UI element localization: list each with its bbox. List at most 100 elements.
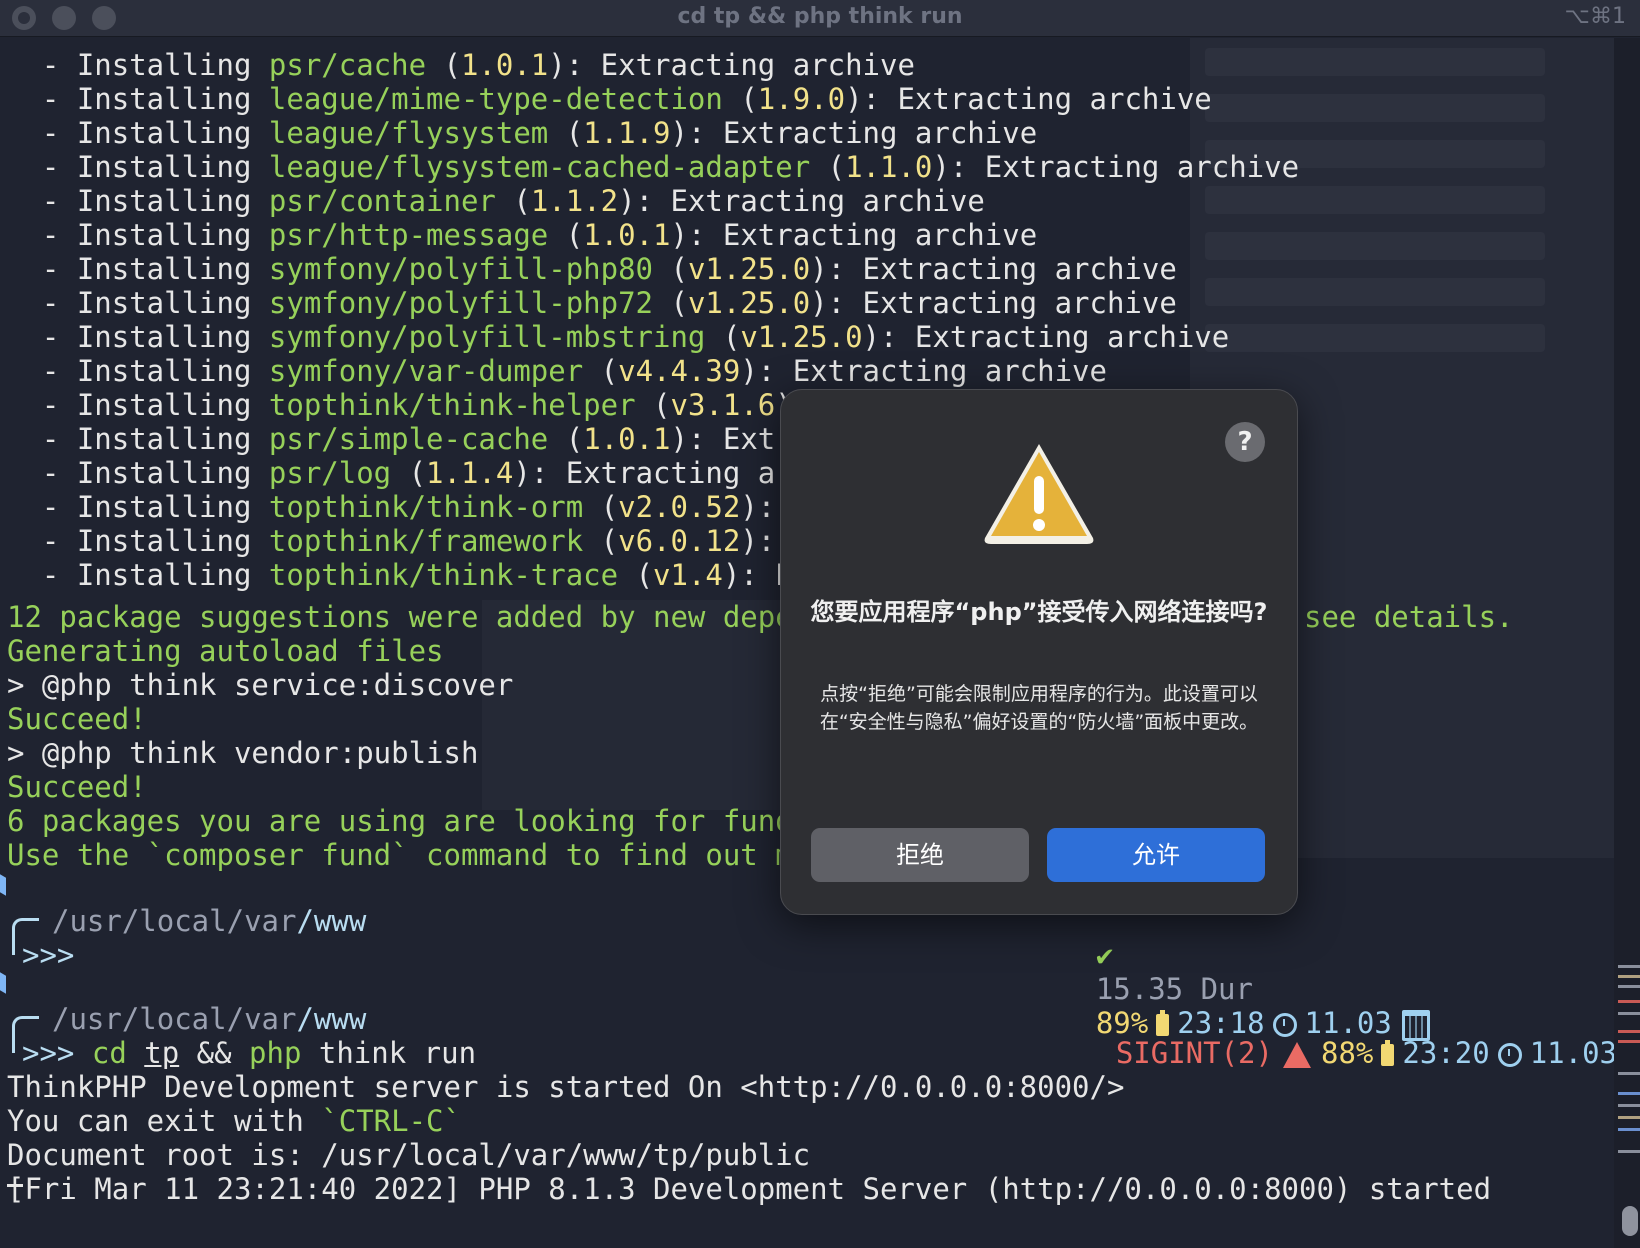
- install-prefix: - Installing: [7, 286, 269, 320]
- output-funding: 6 packages you are using are looking for…: [7, 804, 846, 838]
- prompt-mark-icon: [0, 874, 6, 896]
- server-exit-line: You can exit with `CTRL-C`: [7, 1104, 461, 1138]
- package-name: symfony/polyfill-php80: [268, 252, 654, 286]
- package-name: psr/log: [268, 456, 392, 490]
- package-version: 1.0.1: [460, 48, 549, 82]
- install-line: - Installing topthink/think-orm (v2.0.52…: [7, 490, 845, 524]
- battery-icon: [1381, 1040, 1395, 1066]
- install-line: - Installing topthink/think-trace (v1.4)…: [7, 558, 863, 592]
- prompt-1-path: /usr/local/var/www: [52, 904, 367, 938]
- package-name: symfony/polyfill-php72: [268, 286, 654, 320]
- allow-button[interactable]: 允许: [1047, 828, 1265, 882]
- install-status: ): Extracting archive: [932, 150, 1300, 184]
- install-status: ): Extracting archive: [810, 286, 1177, 320]
- install-status: ): Extracting archive: [618, 184, 985, 218]
- install-status: ): Extracting archive: [810, 252, 1177, 286]
- package-name: psr/cache: [268, 48, 427, 82]
- install-prefix: - Installing: [7, 184, 269, 218]
- output-succeed-2: Succeed!: [7, 770, 147, 804]
- install-prefix: - Installing: [7, 82, 269, 116]
- prompt-2-signal: SIGINT(2): [1115, 1036, 1273, 1070]
- scroll-marker: [1618, 1116, 1640, 1119]
- install-status: ): Extracting archive: [548, 48, 915, 82]
- package-version: v2.0.52: [618, 490, 741, 524]
- firewall-alert-dialog: ? 您要应用程序“php”接受传入网络连接吗? 点按“拒绝”可能会限制应用程序的…: [780, 389, 1298, 915]
- install-prefix: - Installing: [7, 150, 269, 184]
- paren-open: (: [426, 48, 461, 82]
- scroll-marker: [1618, 1000, 1640, 1003]
- install-line: - Installing psr/container (1.1.2): Extr…: [7, 184, 985, 218]
- install-prefix: - Installing: [7, 116, 269, 150]
- package-version: v3.1.6: [670, 388, 776, 422]
- scrollbar-thumb[interactable]: [1622, 1206, 1638, 1236]
- warning-icon: [1282, 1042, 1311, 1068]
- install-prefix: - Installing: [7, 524, 269, 558]
- install-line: - Installing symfony/polyfill-php72 (v1.…: [7, 286, 1177, 320]
- paren-open: (: [583, 490, 619, 524]
- window-titlebar: cd tp && php think run ⌥⌘1: [0, 0, 1640, 37]
- prompt-2-status: SIGINT(2) 88% 23:20 11.03: [1046, 1002, 1640, 1071]
- package-version: v1.4: [653, 558, 723, 592]
- output-suggestions: 12 package suggestions were added by new…: [7, 600, 846, 634]
- warning-icon: [984, 444, 1094, 544]
- install-prefix: - Installing: [7, 558, 269, 592]
- help-button[interactable]: ?: [1225, 422, 1265, 462]
- package-version: v6.0.12: [618, 524, 741, 558]
- prompt-mark-icon: [0, 972, 6, 994]
- install-status: ): Extracting archive: [862, 320, 1230, 354]
- paren-open: (: [548, 218, 584, 252]
- deny-button[interactable]: 拒绝: [811, 828, 1029, 882]
- paren-open: (: [618, 558, 654, 592]
- prompt-2-command: >>> cd tp && php think run: [22, 1036, 477, 1070]
- install-line: - Installing symfony/polyfill-mbstring (…: [7, 320, 1229, 354]
- paren-open: (: [722, 82, 758, 116]
- prompt-1-arrow: >>>: [22, 938, 75, 972]
- install-status: ): Extracting archive: [670, 116, 1038, 150]
- package-version: 1.1.2: [530, 184, 619, 218]
- paren-open: (: [548, 116, 584, 150]
- package-name: league/flysystem: [268, 116, 549, 150]
- package-version: v4.4.39: [618, 354, 741, 388]
- prompt-2-date: 11.03: [1529, 1036, 1617, 1070]
- prompt-2-battery: 88%: [1320, 1036, 1374, 1070]
- package-version: 1.1.9: [583, 116, 671, 150]
- dialog-message: 点按“拒绝”可能会限制应用程序的行为。此设置可以在“安全性与隐私”偏好设置的“防…: [819, 683, 1259, 733]
- install-prefix: - Installing: [7, 354, 269, 388]
- package-version: 1.1.4: [426, 456, 514, 490]
- install-prefix: - Installing: [7, 320, 269, 354]
- scroll-marker: [1618, 1092, 1640, 1095]
- package-name: topthink/think-helper: [268, 388, 636, 422]
- package-name: symfony/polyfill-mbstring: [268, 320, 706, 354]
- scroll-marker: [1618, 1128, 1640, 1131]
- output-publish: > @php think vendor:publish: [7, 736, 479, 770]
- paren-open: (: [705, 320, 741, 354]
- package-version: 1.0.1: [583, 422, 671, 456]
- paren-open: (: [495, 184, 531, 218]
- scroll-marker: [1618, 1030, 1640, 1033]
- prompt-1-duration: 15.35 Dur: [1095, 972, 1253, 1006]
- scroll-marker: [1618, 985, 1640, 988]
- paren-open: (: [810, 150, 846, 184]
- package-name: league/mime-type-detection: [268, 82, 723, 116]
- paren-open: (: [548, 422, 584, 456]
- dialog-title: 您要应用程序“php”接受传入网络连接吗?: [810, 598, 1268, 626]
- scrollbar-track[interactable]: [1614, 38, 1640, 1248]
- package-version: 1.0.1: [583, 218, 671, 252]
- paren-open: (: [653, 286, 688, 320]
- package-name: topthink/think-trace: [268, 558, 619, 592]
- package-version: 1.1.0: [845, 150, 933, 184]
- package-version: v1.25.0: [687, 252, 811, 286]
- package-version: v1.25.0: [687, 286, 811, 320]
- output-succeed-1: Succeed!: [7, 702, 147, 736]
- paren-open: (: [653, 252, 688, 286]
- server-started-line: ThinkPHP Development server is started O…: [7, 1070, 1125, 1104]
- window-title: cd tp && php think run: [677, 4, 963, 29]
- output-autoload: Generating autoload files: [7, 634, 444, 668]
- package-name: topthink/think-orm: [268, 490, 584, 524]
- scroll-marker: [1618, 965, 1640, 968]
- package-name: psr/http-message: [268, 218, 549, 252]
- output-fund-command: Use the `composer fund` command to find …: [7, 838, 846, 872]
- package-name: topthink/framework: [268, 524, 584, 558]
- prompt-2-path: /usr/local/var/www: [52, 1002, 367, 1036]
- scroll-marker: [1618, 1150, 1640, 1153]
